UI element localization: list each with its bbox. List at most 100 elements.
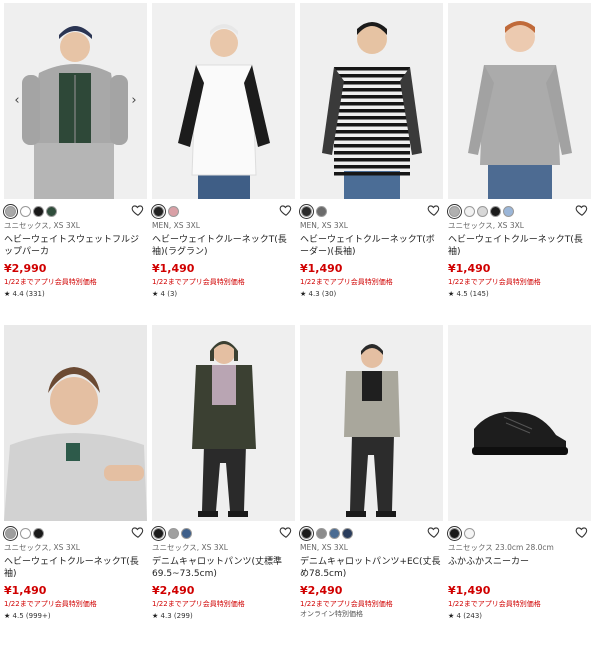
color-swatch[interactable] xyxy=(316,527,327,539)
product-image[interactable]: ‹ › xyxy=(4,3,147,199)
product-card[interactable]: ユニセックス, XS 3XL ヘビーウェイトクルーネックT(長袖) ¥1,490… xyxy=(448,3,591,325)
product-image[interactable] xyxy=(448,3,591,199)
product-card[interactable]: ‹ › ユニセックス, XS 3XL ヘビーウェイトスウェットフルジップパーカ ¥… xyxy=(4,3,147,325)
product-image[interactable] xyxy=(152,3,295,199)
color-swatch[interactable] xyxy=(5,205,16,217)
product-meta: MEN, XS 3XL xyxy=(152,221,200,230)
product-meta: ユニセックス, XS 3XL xyxy=(4,543,80,552)
review-count: (331) xyxy=(25,290,45,298)
color-swatch[interactable] xyxy=(153,527,164,539)
product-photo xyxy=(300,325,443,521)
product-meta: ユニセックス 23.0cm 28.0cm xyxy=(448,543,554,552)
color-swatch[interactable] xyxy=(449,205,460,217)
color-swatch[interactable] xyxy=(153,205,164,217)
color-swatch[interactable] xyxy=(5,527,16,539)
heart-icon[interactable] xyxy=(279,525,293,539)
color-swatch[interactable] xyxy=(449,527,460,539)
promo-text: 1/22までアプリ会員特別価格 xyxy=(152,600,245,608)
star-icon: ★ xyxy=(448,290,455,298)
rating-value: 4 xyxy=(160,290,165,298)
product-card[interactable]: MEN, XS 3XL デニムキャロットパンツ+EC(丈長め78.5cm) ¥2… xyxy=(300,325,443,647)
heart-icon[interactable] xyxy=(131,203,145,217)
product-price: ¥1,490 xyxy=(152,262,195,275)
product-name[interactable]: ヘビーウェイトクルーネックT(長袖) xyxy=(448,234,591,258)
review-count: (3) xyxy=(167,290,178,298)
heart-icon[interactable] xyxy=(427,203,441,217)
color-swatches xyxy=(4,525,147,541)
product-rating: ★ 4.3 (299) xyxy=(152,611,295,621)
color-swatch[interactable] xyxy=(464,205,475,217)
product-rating xyxy=(300,621,443,631)
product-price: ¥2,490 xyxy=(152,584,195,597)
product-name[interactable]: ふかふかスニーカー xyxy=(448,556,591,580)
color-swatch[interactable] xyxy=(329,527,340,539)
heart-icon[interactable] xyxy=(427,525,441,539)
color-swatch[interactable] xyxy=(477,205,488,217)
rating-value: 4.3 xyxy=(160,612,172,620)
product-price: ¥1,490 xyxy=(448,262,491,275)
promo-text: 1/22までアプリ会員特別価格 xyxy=(300,600,393,608)
product-name[interactable]: ヘビーウェイトクルーネックT(長袖) xyxy=(4,556,147,580)
color-swatch[interactable] xyxy=(168,527,179,539)
rating-value: 4.5 xyxy=(12,612,24,620)
product-photo xyxy=(448,325,591,521)
color-swatch[interactable] xyxy=(33,527,44,539)
color-swatch[interactable] xyxy=(316,205,327,217)
product-meta: MEN, XS 3XL xyxy=(300,221,348,230)
chevron-right-icon[interactable]: › xyxy=(127,91,141,111)
color-swatch[interactable] xyxy=(46,205,57,217)
chevron-left-icon[interactable]: ‹ xyxy=(10,91,24,111)
product-image[interactable] xyxy=(448,325,591,521)
color-swatch[interactable] xyxy=(301,205,312,217)
product-card[interactable]: ユニセックス 23.0cm 28.0cm ふかふかスニーカー ¥1,490 1/… xyxy=(448,325,591,647)
promo-text: 1/22までアプリ会員特別価格 xyxy=(4,278,97,286)
product-image[interactable] xyxy=(300,325,443,521)
promo-text: 1/22までアプリ会員特別価格 xyxy=(448,600,541,608)
heart-icon[interactable] xyxy=(575,203,589,217)
product-image[interactable] xyxy=(4,325,147,521)
heart-icon[interactable] xyxy=(131,525,145,539)
review-count: (30) xyxy=(321,290,337,298)
color-swatch[interactable] xyxy=(490,205,501,217)
product-card[interactable]: MEN, XS 3XL ヘビーウェイトクルーネックT(ボーダー)(長袖) ¥1,… xyxy=(300,3,443,325)
star-icon: ★ xyxy=(300,290,307,298)
product-rating: ★ 4.3 (30) xyxy=(300,289,443,299)
product-name[interactable]: ヘビーウェイトクルーネックT(長袖)(ラグラン) xyxy=(152,234,295,258)
product-photo xyxy=(152,325,295,521)
color-swatches xyxy=(300,525,443,541)
color-swatches xyxy=(300,203,443,219)
product-card[interactable]: MEN, XS 3XL ヘビーウェイトクルーネックT(長袖)(ラグラン) ¥1,… xyxy=(152,3,295,325)
color-swatch[interactable] xyxy=(20,527,31,539)
product-card[interactable]: ユニセックス, XS 3XL ヘビーウェイトクルーネックT(長袖) ¥1,490… xyxy=(4,325,147,647)
color-swatch[interactable] xyxy=(33,205,44,217)
product-name[interactable]: ヘビーウェイトクルーネックT(ボーダー)(長袖) xyxy=(300,234,443,258)
color-swatch[interactable] xyxy=(503,205,514,217)
color-swatch[interactable] xyxy=(342,527,353,539)
product-price: ¥1,490 xyxy=(448,584,491,597)
promo-text: 1/22までアプリ会員特別価格 xyxy=(448,278,541,286)
product-photo xyxy=(4,325,147,521)
rating-value: 4.4 xyxy=(12,290,24,298)
color-swatch[interactable] xyxy=(20,205,31,217)
review-count: (243) xyxy=(463,612,483,620)
product-image[interactable] xyxy=(300,3,443,199)
product-name[interactable]: デニムキャロットパンツ(丈標準69.5~73.5cm) xyxy=(152,556,295,580)
rating-value: 4 xyxy=(456,612,461,620)
product-photo xyxy=(4,3,147,199)
product-price: ¥1,490 xyxy=(300,262,343,275)
color-swatches xyxy=(448,525,591,541)
color-swatch[interactable] xyxy=(181,527,192,539)
product-name[interactable]: デニムキャロットパンツ+EC(丈長め78.5cm) xyxy=(300,556,443,580)
product-card[interactable]: ユニセックス, XS 3XL デニムキャロットパンツ(丈標準69.5~73.5c… xyxy=(152,325,295,647)
color-swatch[interactable] xyxy=(301,527,312,539)
product-name[interactable]: ヘビーウェイトスウェットフルジップパーカ xyxy=(4,234,147,258)
heart-icon[interactable] xyxy=(279,203,293,217)
color-swatch[interactable] xyxy=(464,527,475,539)
product-price: ¥2,990 xyxy=(4,262,47,275)
color-swatch[interactable] xyxy=(168,205,179,217)
heart-icon[interactable] xyxy=(575,525,589,539)
product-image[interactable] xyxy=(152,325,295,521)
product-meta: ユニセックス, XS 3XL xyxy=(4,221,80,230)
online-price-label: オンライン特別価格 xyxy=(300,610,363,618)
review-count: (145) xyxy=(469,290,489,298)
